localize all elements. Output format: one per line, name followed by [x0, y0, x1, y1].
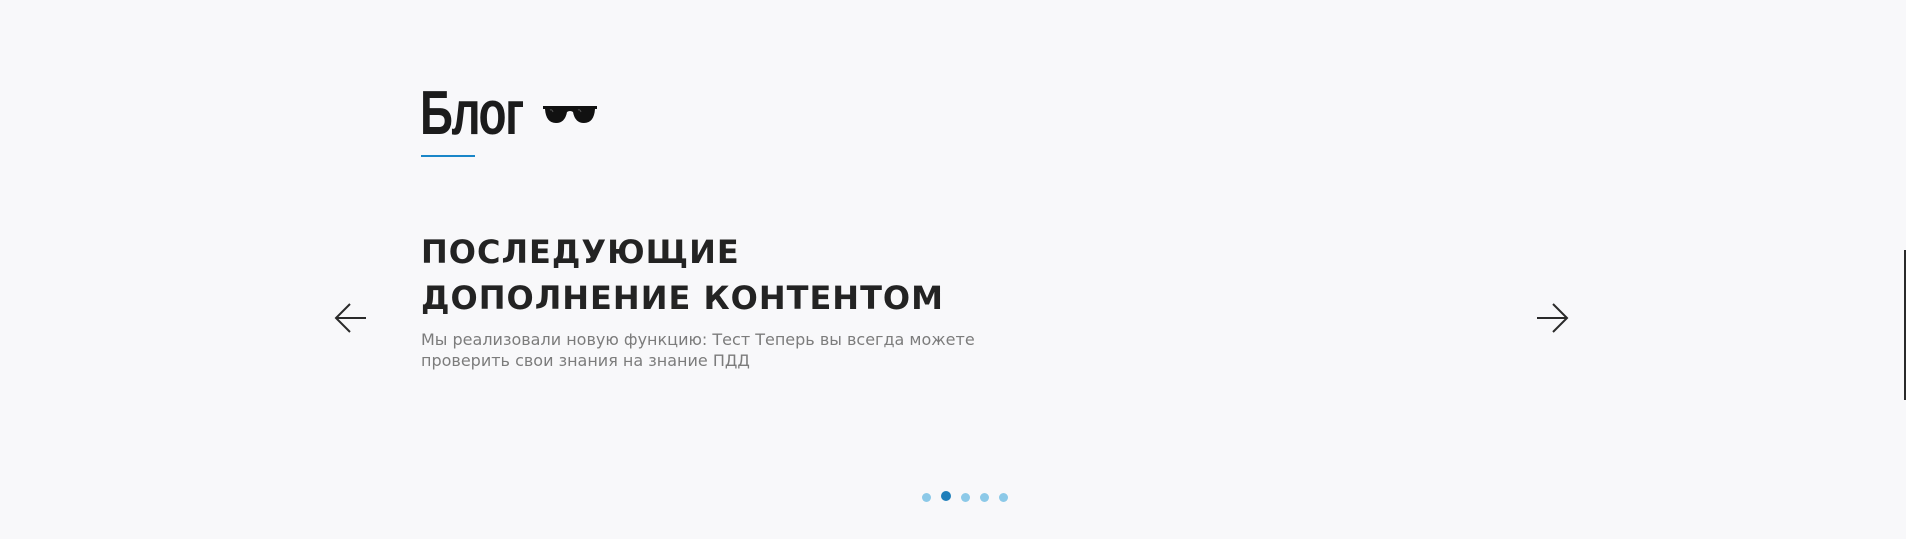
slider-next-button[interactable]	[1534, 300, 1570, 336]
slide-text: Мы реализовали новую функцию: Тест Тепер…	[421, 330, 975, 370]
slide-heading[interactable]: ПОСЛЕДУЮЩИЕ ДОПОЛНЕНИЕ КОНТЕНТОМ	[421, 229, 1021, 321]
arrow-right-icon	[1537, 303, 1569, 333]
sunglasses-icon	[542, 93, 598, 133]
slide[interactable]: ПОСЛЕДУЮЩИЕ ДОПОЛНЕНИЕ КОНТЕНТОМ Мы реал…	[421, 229, 1061, 371]
slider-dot-5[interactable]	[999, 493, 1008, 502]
title-underline	[421, 155, 475, 157]
slider-dot-4[interactable]	[980, 493, 989, 502]
slider-dot-2[interactable]	[941, 491, 951, 501]
slider-pagination	[922, 491, 1008, 502]
slider-dot-3[interactable]	[961, 493, 970, 502]
arrow-left-icon	[334, 303, 366, 333]
section-title: Блог	[420, 78, 524, 148]
slider-dot-1[interactable]	[922, 493, 931, 502]
section-header: Блог	[420, 78, 598, 148]
slider-prev-button[interactable]	[333, 300, 369, 336]
